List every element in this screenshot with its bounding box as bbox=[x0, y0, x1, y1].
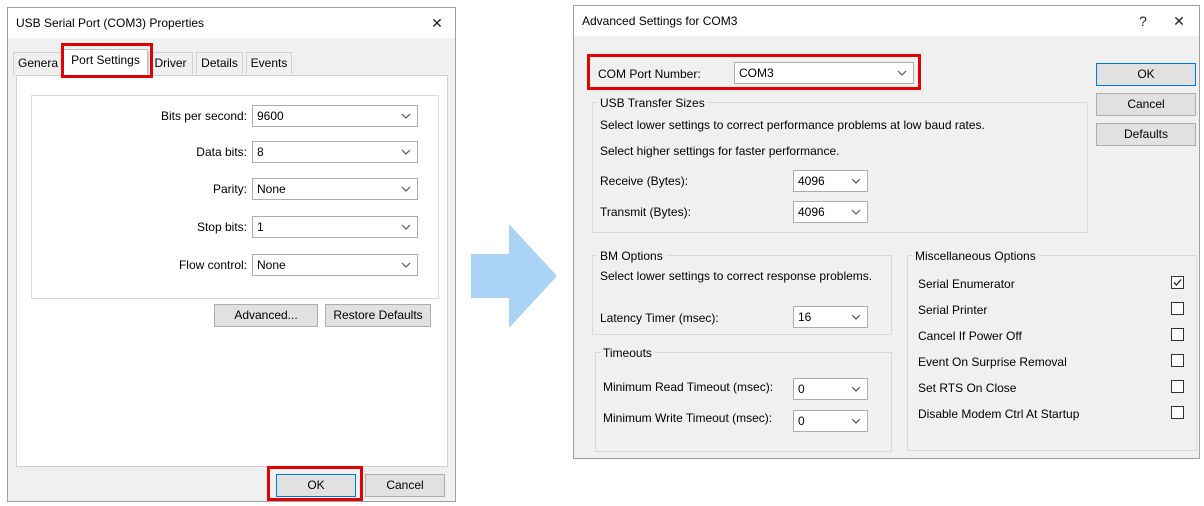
parity-label: Parity: bbox=[212, 182, 247, 196]
chevron-down-icon bbox=[851, 209, 861, 215]
chevron-down-icon bbox=[851, 418, 861, 424]
chevron-down-icon bbox=[851, 178, 861, 184]
com3-properties-dialog: USB Serial Port (COM3) Properties ✕ Gene… bbox=[7, 7, 456, 502]
stop-bits-select[interactable]: 1 bbox=[252, 216, 418, 238]
data-bits-label: Data bits: bbox=[196, 145, 247, 159]
dialog-title: Advanced Settings for COM3 bbox=[582, 14, 738, 28]
tab-details[interactable]: Details bbox=[196, 52, 243, 74]
parity-value: None bbox=[257, 182, 286, 196]
cancel-button[interactable]: Cancel bbox=[365, 474, 445, 497]
latency-value: 16 bbox=[798, 310, 812, 324]
chevron-down-icon bbox=[401, 149, 411, 155]
set-rts-on-close-checkbox[interactable] bbox=[1171, 380, 1184, 393]
timeouts-title: Timeouts bbox=[600, 346, 655, 360]
cancel-button[interactable]: Cancel bbox=[1096, 93, 1196, 116]
set-rts-on-close-label: Set RTS On Close bbox=[918, 381, 1017, 395]
transmit-select[interactable]: 4096 bbox=[793, 201, 868, 223]
advanced-button[interactable]: Advanced... bbox=[214, 304, 318, 327]
flow-control-value: None bbox=[257, 258, 286, 272]
title-bar: USB Serial Port (COM3) Properties ✕ bbox=[8, 8, 455, 38]
flow-control-select[interactable]: None bbox=[252, 254, 418, 276]
bits-per-second-select[interactable]: 9600 bbox=[252, 105, 418, 127]
restore-defaults-button[interactable]: Restore Defaults bbox=[325, 304, 431, 327]
misc-options-title: Miscellaneous Options bbox=[912, 249, 1039, 263]
event-on-surprise-removal-label: Event On Surprise Removal bbox=[918, 355, 1067, 369]
chevron-down-icon bbox=[851, 386, 861, 392]
stop-bits-value: 1 bbox=[257, 220, 264, 234]
serial-printer-label: Serial Printer bbox=[918, 303, 988, 317]
event-on-surprise-removal-checkbox[interactable] bbox=[1171, 354, 1184, 367]
title-bar: Advanced Settings for COM3 ? ✕ bbox=[574, 6, 1199, 36]
chevron-down-icon bbox=[401, 113, 411, 119]
chevron-down-icon bbox=[401, 224, 411, 230]
stop-bits-label: Stop bits: bbox=[196, 220, 247, 234]
latency-select[interactable]: 16 bbox=[793, 306, 868, 328]
chevron-down-icon bbox=[401, 186, 411, 192]
latency-label: Latency Timer (msec): bbox=[600, 311, 719, 325]
flow-control-label: Flow control: bbox=[178, 258, 247, 272]
transmit-label: Transmit (Bytes): bbox=[600, 205, 691, 219]
bm-hint: Select lower settings to correct respons… bbox=[600, 269, 873, 283]
min-read-timeout-label: Minimum Read Timeout (msec): bbox=[603, 380, 774, 394]
defaults-button[interactable]: Defaults bbox=[1096, 123, 1196, 146]
cancel-if-power-off-label: Cancel If Power Off bbox=[918, 329, 1022, 343]
receive-select[interactable]: 4096 bbox=[793, 170, 868, 192]
serial-enumerator-checkbox[interactable] bbox=[1171, 276, 1184, 289]
receive-label: Receive (Bytes): bbox=[600, 174, 689, 188]
data-bits-select[interactable]: 8 bbox=[252, 141, 418, 163]
com-port-highlight bbox=[587, 54, 921, 90]
cancel-if-power-off-checkbox[interactable] bbox=[1171, 328, 1184, 341]
data-bits-value: 8 bbox=[257, 145, 264, 159]
ok-highlight bbox=[267, 466, 363, 501]
disable-modem-ctrl-label: Disable Modem Ctrl At Startup bbox=[918, 407, 1080, 421]
close-icon[interactable]: ✕ bbox=[1167, 10, 1191, 32]
checkmark-icon bbox=[1173, 279, 1182, 286]
receive-value: 4096 bbox=[798, 174, 825, 188]
advanced-settings-dialog: Advanced Settings for COM3 ? ✕ COM Port … bbox=[573, 5, 1200, 459]
min-read-timeout-value: 0 bbox=[798, 382, 805, 396]
help-icon[interactable]: ? bbox=[1131, 10, 1155, 32]
disable-modem-ctrl-checkbox[interactable] bbox=[1171, 406, 1184, 419]
transmit-value: 4096 bbox=[798, 205, 825, 219]
ok-button[interactable]: OK bbox=[1096, 63, 1196, 86]
serial-enumerator-label: Serial Enumerator bbox=[918, 277, 1015, 291]
chevron-down-icon bbox=[851, 314, 861, 320]
bits-per-second-label: Bits per second: bbox=[160, 109, 247, 123]
serial-printer-checkbox[interactable] bbox=[1171, 302, 1184, 315]
bm-options-title: BM Options bbox=[597, 249, 666, 263]
close-icon[interactable]: ✕ bbox=[425, 12, 449, 34]
bits-per-second-value: 9600 bbox=[257, 109, 284, 123]
port-settings-highlight bbox=[61, 43, 153, 78]
parity-select[interactable]: None bbox=[252, 178, 418, 200]
tab-events[interactable]: Events bbox=[246, 52, 292, 74]
usb-transfer-sizes-title: USB Transfer Sizes bbox=[597, 96, 708, 110]
tab-driver[interactable]: Driver bbox=[148, 52, 193, 74]
chevron-down-icon bbox=[401, 262, 411, 268]
usb-hint-lower: Select lower settings to correct perform… bbox=[600, 118, 985, 132]
dialog-title: USB Serial Port (COM3) Properties bbox=[16, 16, 205, 30]
min-read-timeout-select[interactable]: 0 bbox=[793, 378, 868, 400]
min-write-timeout-select[interactable]: 0 bbox=[793, 410, 868, 432]
min-write-timeout-value: 0 bbox=[798, 414, 805, 428]
tab-general[interactable]: Genera bbox=[13, 52, 63, 74]
arrow-right-icon bbox=[471, 224, 557, 328]
min-write-timeout-label: Minimum Write Timeout (msec): bbox=[603, 411, 773, 425]
timeouts-group bbox=[595, 352, 892, 452]
usb-hint-higher: Select higher settings for faster perfor… bbox=[600, 144, 840, 158]
